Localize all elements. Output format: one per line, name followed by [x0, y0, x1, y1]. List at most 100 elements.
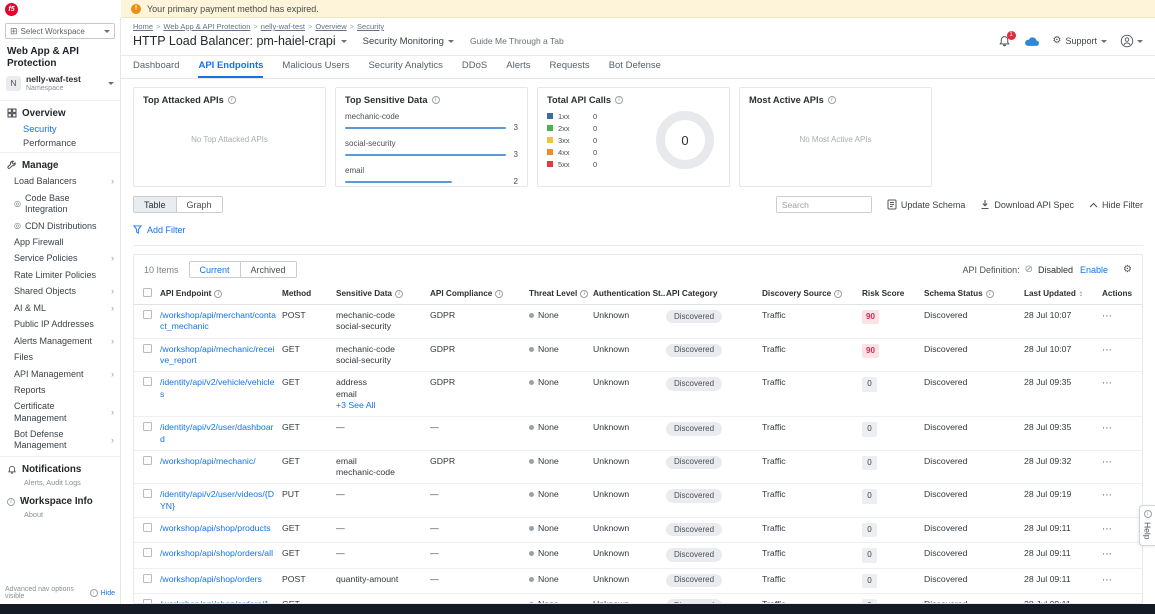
notifications-button[interactable]: 1	[998, 35, 1011, 48]
table-row[interactable]: /workshop/api/shop/orders/1GET——NoneUnkn…	[134, 594, 1142, 604]
sidebar-section-overview[interactable]: Overview	[0, 103, 120, 122]
cloud-services-button[interactable]	[1024, 36, 1040, 47]
sidebar-item-load-balancers[interactable]: Load Balancers›	[0, 174, 120, 190]
row-actions-button[interactable]: ⋯	[1102, 490, 1113, 501]
sidebar-item-code-base-integration[interactable]: ◎Code Base Integration	[0, 190, 120, 218]
row-actions-button[interactable]: ⋯	[1102, 345, 1113, 356]
archived-tab-button[interactable]: Archived	[240, 262, 296, 277]
sidebar-item-service-policies[interactable]: Service Policies›	[0, 251, 120, 267]
breadcrumb-link-web-app-api-protection[interactable]: Web App & API Protection	[163, 22, 250, 31]
row-checkbox[interactable]	[143, 310, 152, 319]
graph-view-button[interactable]: Graph	[176, 197, 222, 212]
sidebar-item-files[interactable]: Files	[0, 350, 120, 366]
api-endpoint-link[interactable]: /workshop/api/shop/products	[160, 523, 271, 533]
workspace-selector[interactable]: ⊞ Select Workspace	[5, 23, 115, 39]
table-row[interactable]: /identity/api/v2/user/videos/{DYN}PUT——N…	[134, 484, 1142, 518]
add-filter-button[interactable]: Add Filter	[133, 225, 186, 235]
table-row[interactable]: /workshop/api/shop/ordersPOSTquantity-am…	[134, 568, 1142, 593]
api-endpoint-link[interactable]: /workshop/api/mechanic/receive_report	[160, 344, 274, 365]
api-endpoint-link[interactable]: /workshop/api/shop/orders/1	[160, 599, 269, 604]
sort-icon[interactable]: ↕	[1079, 289, 1083, 298]
tab-malicious-users[interactable]: Malicious Users	[282, 60, 349, 78]
sidebar-item-performance[interactable]: Performance	[0, 136, 120, 150]
sidebar-item-reports[interactable]: Reports	[0, 382, 120, 398]
help-tab[interactable]: i Help	[1139, 505, 1155, 546]
sidebar-item-security[interactable]: Security	[0, 122, 120, 136]
hide-filter-button[interactable]: Hide Filter	[1089, 200, 1143, 210]
namespace-selector[interactable]: N nelly-waf-test Namespace	[0, 73, 120, 98]
row-actions-button[interactable]: ⋯	[1102, 378, 1113, 389]
api-endpoint-link[interactable]: /workshop/api/shop/orders/all	[160, 548, 273, 558]
row-checkbox[interactable]	[143, 422, 152, 431]
sidebar-section-notifications[interactable]: Notifications	[0, 459, 120, 478]
tab-dashboard[interactable]: Dashboard	[133, 60, 179, 78]
tab-alerts[interactable]: Alerts	[506, 60, 530, 78]
row-checkbox[interactable]	[143, 523, 152, 532]
sidebar-item-ai-ml[interactable]: AI & ML›	[0, 300, 120, 316]
search-input[interactable]	[776, 196, 872, 213]
row-checkbox[interactable]	[143, 456, 152, 465]
api-endpoint-link[interactable]: /workshop/api/shop/orders	[160, 574, 262, 584]
row-actions-button[interactable]: ⋯	[1102, 524, 1113, 535]
f5-logo[interactable]: f5	[0, 0, 121, 18]
api-endpoint-link[interactable]: /workshop/api/mechanic/	[160, 456, 256, 466]
current-tab-button[interactable]: Current	[190, 262, 240, 277]
sidebar-item-cdn-distributions[interactable]: ◎CDN Distributions	[0, 218, 120, 234]
table-row[interactable]: /workshop/api/shop/productsGET——NoneUnkn…	[134, 518, 1142, 543]
row-actions-button[interactable]: ⋯	[1102, 311, 1113, 322]
row-checkbox[interactable]	[143, 574, 152, 583]
tab-api-endpoints[interactable]: API Endpoints	[198, 60, 263, 78]
row-actions-button[interactable]: ⋯	[1102, 423, 1113, 434]
row-actions-button[interactable]: ⋯	[1102, 457, 1113, 468]
download-api-spec-button[interactable]: Download API Spec	[980, 199, 1074, 210]
tab-security-analytics[interactable]: Security Analytics	[368, 60, 442, 78]
table-row[interactable]: /workshop/api/mechanic/GETemailmechanic-…	[134, 450, 1142, 484]
breadcrumb-link-home[interactable]: Home	[133, 22, 153, 31]
select-all-checkbox[interactable]	[143, 288, 152, 297]
sidebar-item-rate-limiter-policies[interactable]: Rate Limiter Policies	[0, 267, 120, 283]
table-row[interactable]: /identity/api/v2/vehicle/vehiclesGETaddr…	[134, 372, 1142, 417]
table-row[interactable]: /workshop/api/mechanic/receive_reportGET…	[134, 338, 1142, 372]
hide-nav-link[interactable]: Hide	[101, 590, 115, 597]
sidebar-section-manage[interactable]: Manage	[0, 155, 120, 174]
api-endpoint-link[interactable]: /identity/api/v2/user/videos/{DYN}	[160, 489, 274, 510]
sidebar-section-workspace-info[interactable]: i Workspace Info	[0, 491, 120, 510]
see-all-link[interactable]: +3 See All	[336, 400, 375, 410]
table-view-button[interactable]: Table	[134, 197, 176, 212]
table-row[interactable]: /identity/api/v2/user/dashboardGET——None…	[134, 417, 1142, 451]
table-row[interactable]: /workshop/api/shop/orders/allGET——NoneUn…	[134, 543, 1142, 568]
sidebar-item-app-firewall[interactable]: App Firewall	[0, 234, 120, 250]
tab-requests[interactable]: Requests	[550, 60, 590, 78]
page-title-dropdown[interactable]: HTTP Load Balancer: pm-haiel-crapi	[133, 34, 347, 48]
row-checkbox[interactable]	[143, 377, 152, 386]
api-endpoint-link[interactable]: /identity/api/v2/vehicle/vehicles	[160, 377, 274, 398]
row-actions-button[interactable]: ⋯	[1102, 575, 1113, 586]
api-endpoint-link[interactable]: /identity/api/v2/user/dashboard	[160, 422, 274, 443]
row-checkbox[interactable]	[143, 489, 152, 498]
breadcrumb-link-nelly-waf-test[interactable]: nelly-waf-test	[261, 22, 305, 31]
breadcrumb-link-security[interactable]: Security	[357, 22, 384, 31]
enable-api-definition-link[interactable]: Enable	[1080, 265, 1108, 275]
tab-bot-defense[interactable]: Bot Defense	[609, 60, 661, 78]
column-header-last-updated[interactable]: Last Updated↕	[1024, 284, 1102, 305]
tab-ddos[interactable]: DDoS	[462, 60, 487, 78]
table-settings-gear-icon[interactable]: ⚙	[1123, 265, 1132, 275]
row-actions-button[interactable]: ⋯	[1102, 549, 1113, 560]
row-checkbox[interactable]	[143, 344, 152, 353]
monitoring-dropdown[interactable]: Security Monitoring	[363, 36, 454, 47]
table-row[interactable]: /workshop/api/merchant/contact_mechanicP…	[134, 305, 1142, 339]
row-checkbox[interactable]	[143, 548, 152, 557]
row-actions-button[interactable]: ⋯	[1102, 600, 1113, 604]
support-menu[interactable]: ⚙ Support	[1053, 36, 1108, 46]
sidebar-item-api-management[interactable]: API Management›	[0, 366, 120, 382]
row-checkbox[interactable]	[143, 599, 152, 604]
api-endpoint-link[interactable]: /workshop/api/merchant/contact_mechanic	[160, 310, 276, 331]
sidebar-item-public-ip-addresses[interactable]: Public IP Addresses	[0, 317, 120, 333]
breadcrumb-link-overview[interactable]: Overview	[315, 22, 346, 31]
guide-me-link[interactable]: Guide Me Through a Tab	[470, 36, 564, 46]
sidebar-item-certificate-management[interactable]: Certificate Management›	[0, 399, 120, 427]
sidebar-item-bot-defense-management[interactable]: Bot Defense Management›	[0, 427, 120, 455]
sidebar-item-shared-objects[interactable]: Shared Objects›	[0, 284, 120, 300]
sidebar-item-alerts-management[interactable]: Alerts Management›	[0, 333, 120, 349]
update-schema-button[interactable]: Update Schema	[887, 199, 966, 210]
